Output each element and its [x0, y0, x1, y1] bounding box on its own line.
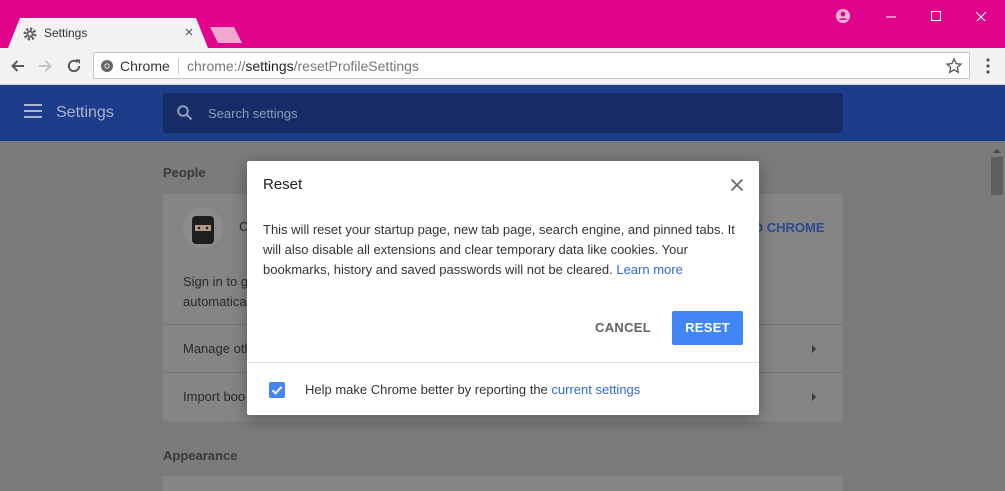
appearance-card [163, 476, 843, 491]
browser-toolbar: Chrome chrome://settings/resetProfileSet… [0, 48, 1005, 85]
section-title-people: People [163, 165, 206, 180]
tab-shape [8, 18, 208, 48]
minimize-icon [886, 16, 896, 18]
chip-divider [178, 58, 179, 74]
tab-close-icon[interactable]: × [180, 24, 198, 42]
address-bar[interactable]: Chrome chrome://settings/resetProfileSet… [93, 52, 970, 79]
title-bar: Settings × [0, 0, 1005, 48]
manage-other-people-label: Manage oth [183, 341, 252, 356]
minimize-button[interactable] [868, 0, 914, 30]
forward-button[interactable] [34, 55, 56, 77]
security-chip-label: Chrome [120, 58, 170, 74]
url-text: chrome://settings/resetProfileSettings [187, 58, 419, 74]
url-scheme: chrome:// [187, 58, 246, 74]
import-bookmarks-label: Import boo [183, 389, 246, 404]
scrollbar-thumb[interactable] [991, 157, 1003, 195]
scroll-up-arrow-icon[interactable] [993, 147, 1001, 155]
back-arrow-icon [11, 60, 24, 72]
close-window-button[interactable] [958, 0, 1004, 30]
back-button[interactable] [7, 55, 29, 77]
chevron-right-icon [812, 393, 816, 401]
report-settings-text: Help make Chrome better by reporting the [305, 382, 552, 397]
report-settings-label: Help make Chrome better by reporting the… [305, 382, 640, 397]
reload-button[interactable] [63, 55, 85, 77]
maximize-button[interactable] [913, 0, 959, 30]
dialog-title: Reset [263, 176, 303, 193]
gear-icon [23, 27, 37, 41]
dialog-divider [247, 362, 759, 363]
settings-title: Settings [56, 104, 114, 121]
new-tab-button[interactable] [210, 27, 242, 43]
dialog-body: This will reset your startup page, new t… [263, 220, 743, 280]
reset-button[interactable]: RESET [672, 311, 743, 345]
search-input[interactable] [208, 103, 808, 123]
bookmark-star-icon[interactable] [945, 57, 963, 75]
url-host: settings [245, 58, 294, 74]
settings-header: Settings [0, 85, 1005, 141]
forward-arrow-icon [39, 60, 52, 72]
sign-in-to-chrome-link[interactable]: O CHROME [753, 220, 825, 235]
dialog-close-icon[interactable] [727, 175, 747, 195]
profile-icon[interactable] [834, 7, 852, 25]
tab-settings[interactable]: Settings × [8, 18, 208, 48]
signin-description-line2: automatica [183, 294, 247, 309]
ninja-avatar-icon [183, 208, 223, 248]
report-settings-checkbox[interactable] [269, 382, 285, 398]
reload-icon [67, 59, 81, 73]
avatar [183, 208, 223, 248]
settings-search-box[interactable] [163, 93, 843, 133]
chrome-menu-icon[interactable] [978, 56, 998, 76]
page-scrollbar[interactable] [989, 141, 1005, 491]
chrome-logo-icon [101, 60, 113, 72]
close-icon [975, 11, 987, 21]
maximize-icon [931, 11, 941, 21]
checkmark-icon [271, 386, 283, 395]
cancel-button[interactable]: CANCEL [583, 311, 663, 345]
chevron-right-icon [812, 345, 816, 353]
signin-description-line1: Sign in to g [183, 274, 249, 289]
learn-more-link[interactable]: Learn more [616, 262, 682, 277]
current-settings-link[interactable]: current settings [551, 382, 640, 397]
hamburger-menu-icon[interactable] [24, 104, 44, 122]
reset-dialog: Reset This will reset your startup page,… [247, 161, 759, 415]
search-icon [177, 105, 193, 121]
section-title-appearance: Appearance [163, 448, 238, 463]
url-path: /resetProfileSettings [293, 58, 419, 74]
tab-title: Settings [44, 26, 88, 40]
